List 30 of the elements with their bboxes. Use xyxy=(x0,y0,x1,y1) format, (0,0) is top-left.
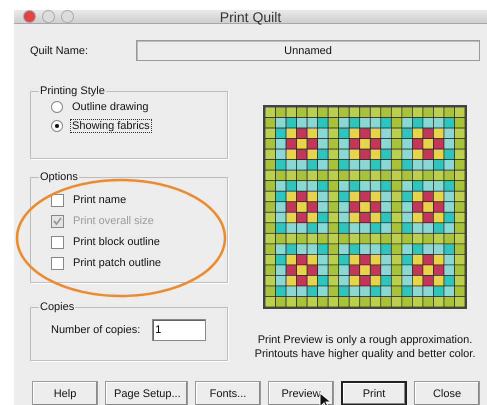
field-label: Number of copies: xyxy=(51,324,140,336)
quilt-name-field: Unnamed xyxy=(136,40,480,61)
copies-field[interactable]: 1 xyxy=(152,319,206,341)
group-title: Printing Style xyxy=(39,85,106,97)
checkbox[interactable] xyxy=(51,194,64,206)
dialog-button[interactable]: Fonts... xyxy=(195,381,261,405)
dialog-button[interactable]: Print xyxy=(341,381,407,405)
checkbox-label: Print name xyxy=(72,193,128,207)
minimize-icon[interactable] xyxy=(42,10,55,23)
radio-button[interactable] xyxy=(51,101,63,113)
checkbox-label: Print patch outline xyxy=(72,256,162,270)
cursor-icon xyxy=(319,392,331,405)
radio-button[interactable] xyxy=(51,120,63,132)
radio-label: Outline drawing xyxy=(71,100,150,114)
checkbox-label: Print block outline xyxy=(72,235,161,249)
close-icon[interactable] xyxy=(23,10,36,23)
group-title: Copies xyxy=(39,301,76,313)
dialog-button[interactable]: Help xyxy=(32,381,98,405)
dialog-button[interactable]: Close xyxy=(414,381,480,405)
checkbox[interactable] xyxy=(51,236,64,248)
dialog-button[interactable]: Preview xyxy=(268,381,334,405)
radio-label: Showing fabrics xyxy=(70,119,152,133)
dialog-button[interactable]: Page Setup... xyxy=(105,381,188,405)
preview-note: Print Preview is only a rough approximation. Printouts have higher quality and better color. xyxy=(254,333,476,361)
zoom-icon[interactable] xyxy=(61,10,74,23)
checkbox-label: Print overall size xyxy=(72,214,155,228)
group-title: Options xyxy=(39,171,79,183)
field-label: Quilt Name: xyxy=(30,44,90,56)
window-title: Print Quilt xyxy=(220,10,282,24)
checkbox[interactable] xyxy=(51,256,64,270)
